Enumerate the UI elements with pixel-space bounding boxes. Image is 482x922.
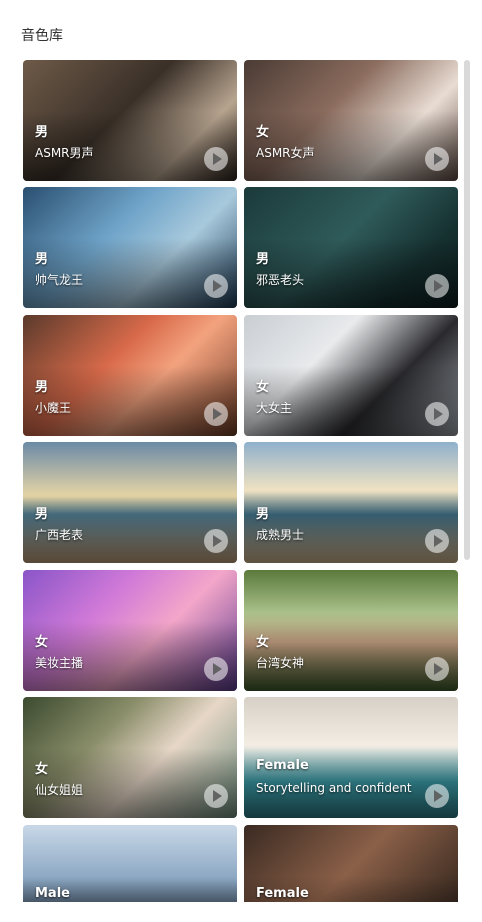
voice-card[interactable]: 女台湾女神 bbox=[244, 570, 458, 691]
voice-name-label: 大女主 bbox=[256, 401, 293, 415]
voice-card[interactable]: 女美妆主播 bbox=[23, 570, 237, 691]
play-icon[interactable] bbox=[204, 402, 228, 426]
voice-name-label: ASMR女声 bbox=[256, 146, 315, 160]
voice-gender-label: 男 bbox=[35, 380, 49, 395]
voice-card[interactable]: 男帅气龙王 bbox=[23, 187, 237, 308]
voice-card[interactable]: 男小魔王 bbox=[23, 315, 237, 436]
voice-gender-label: 女 bbox=[256, 635, 270, 650]
play-icon[interactable] bbox=[204, 529, 228, 553]
play-icon[interactable] bbox=[425, 529, 449, 553]
voice-name-label: 广西老表 bbox=[35, 528, 84, 542]
voice-name-label: 小魔王 bbox=[35, 401, 72, 415]
voice-name-label: 成熟男士 bbox=[256, 528, 305, 542]
play-icon[interactable] bbox=[425, 147, 449, 171]
scrollbar[interactable] bbox=[464, 60, 470, 560]
voice-name-label: 仙女姐姐 bbox=[35, 783, 84, 797]
voice-card[interactable]: 女 ASMR女声 bbox=[244, 60, 458, 181]
voice-gender-label: 女 bbox=[256, 380, 270, 395]
voice-gender-label: Male bbox=[35, 886, 70, 901]
voice-name-label: 美妆主播 bbox=[35, 656, 84, 670]
play-icon[interactable] bbox=[204, 784, 228, 808]
voice-name-label: 台湾女神 bbox=[256, 656, 305, 670]
voice-card[interactable]: Female bbox=[244, 825, 458, 902]
section-title: 音色库 bbox=[21, 28, 63, 44]
voice-gender-label: 男 bbox=[35, 252, 49, 267]
voice-gender-label: 男 bbox=[35, 125, 49, 140]
voice-gender-label: 男 bbox=[35, 507, 49, 522]
voice-card[interactable]: 男广西老表 bbox=[23, 442, 237, 563]
play-icon[interactable] bbox=[204, 147, 228, 171]
play-icon[interactable] bbox=[425, 274, 449, 298]
play-icon[interactable] bbox=[204, 274, 228, 298]
voice-gender-label: 男 bbox=[256, 252, 270, 267]
voice-name-label: 帅气龙王 bbox=[35, 273, 84, 287]
voice-gender-label: Female bbox=[256, 758, 309, 773]
voice-name-label: Storytelling and confident bbox=[256, 781, 412, 795]
voice-gender-label: 女 bbox=[256, 125, 270, 140]
play-icon[interactable] bbox=[425, 657, 449, 681]
play-icon[interactable] bbox=[204, 657, 228, 681]
play-icon[interactable] bbox=[425, 402, 449, 426]
page-bottom bbox=[0, 903, 482, 922]
play-icon[interactable] bbox=[425, 784, 449, 808]
voice-gender-label: 女 bbox=[35, 762, 49, 777]
voice-card[interactable]: 女大女主 bbox=[244, 315, 458, 436]
voice-card[interactable]: 男邪恶老头 bbox=[244, 187, 458, 308]
voice-gender-label: 女 bbox=[35, 635, 49, 650]
voice-grid: 男 ASMR男声女 ASMR女声男帅气龙王男邪恶老头男小魔王女大女主男广西老表男成熟… bbox=[23, 60, 458, 902]
voice-card[interactable]: 女仙女姐姐 bbox=[23, 697, 237, 818]
voice-name-label: ASMR男声 bbox=[35, 146, 94, 160]
voice-name-label: 邪恶老头 bbox=[256, 273, 305, 287]
voice-card[interactable]: 男成熟男士 bbox=[244, 442, 458, 563]
voice-gender-label: 男 bbox=[256, 507, 270, 522]
voice-card[interactable]: Male bbox=[23, 825, 237, 902]
voice-card[interactable]: Female Storytelling and confident bbox=[244, 697, 458, 818]
voice-gender-label: Female bbox=[256, 886, 309, 901]
voice-card[interactable]: 男 ASMR男声 bbox=[23, 60, 237, 181]
